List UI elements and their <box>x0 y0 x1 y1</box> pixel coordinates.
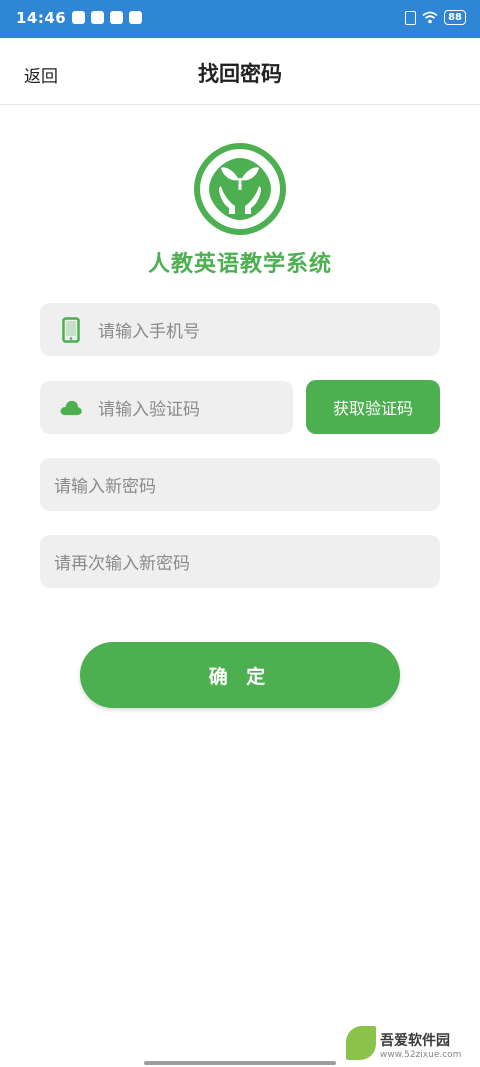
notification-icons <box>72 11 142 24</box>
app-name: 人教英语教学系统 <box>147 252 332 277</box>
notification-app-icon <box>129 11 142 24</box>
confirm-button[interactable]: 确 定 <box>80 642 400 708</box>
verification-code-field[interactable]: 请输入验证码 <box>40 381 293 434</box>
cloud-icon <box>60 398 82 418</box>
wifi-icon <box>422 11 438 24</box>
notification-app-icon <box>72 11 85 24</box>
watermark-leaf-icon <box>346 1026 376 1060</box>
watermark-sub-text: www.52zixue.com <box>380 1050 462 1060</box>
phone-placeholder: 请输入手机号 <box>98 322 200 342</box>
get-code-button[interactable]: 获取验证码 <box>306 380 440 434</box>
new-password-placeholder: 请输入新密码 <box>54 477 156 497</box>
title-bar: 返回 找回密码 <box>0 38 480 105</box>
sim-icon <box>405 10 417 25</box>
battery-icon: 88 <box>444 10 466 25</box>
status-right: 88 <box>405 10 466 25</box>
status-bar: 14:46 88 <box>0 0 480 38</box>
confirm-password-field[interactable]: 请再次输入新密码 <box>40 535 440 588</box>
confirm-password-placeholder: 请再次输入新密码 <box>54 554 190 574</box>
watermark-main-text: 吾爱软件园 <box>380 1033 450 1049</box>
phone-icon <box>60 316 82 343</box>
phone-field[interactable]: 请输入手机号 <box>40 303 440 356</box>
page-title: 找回密码 <box>198 62 282 86</box>
code-placeholder: 请输入验证码 <box>98 400 200 420</box>
home-indicator[interactable] <box>144 1061 336 1065</box>
watermark: 吾爱软件园 www.52zixue.com <box>346 1010 470 1060</box>
notification-app-icon <box>91 11 104 24</box>
status-time: 14:46 <box>16 9 67 27</box>
app-logo-icon <box>193 142 287 236</box>
new-password-field[interactable]: 请输入新密码 <box>40 458 440 511</box>
notification-app-icon <box>110 11 123 24</box>
